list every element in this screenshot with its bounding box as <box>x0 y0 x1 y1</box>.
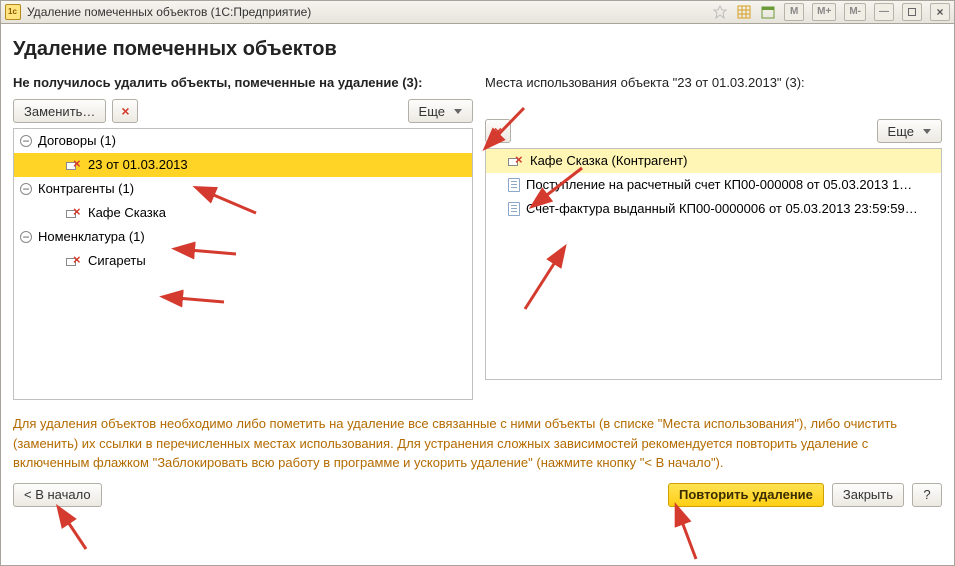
minimize-button[interactable]: — <box>874 3 894 21</box>
deleted-mark-icon <box>66 255 82 267</box>
document-icon <box>508 178 520 192</box>
tree-group-label: Номенклатура (1) <box>38 229 145 244</box>
usage-label: Поступление на расчетный счет КП00-00000… <box>526 177 912 192</box>
repeat-delete-label: Повторить удаление <box>679 487 813 502</box>
toolbar-star-icon[interactable] <box>712 4 728 20</box>
app-icon <box>5 4 21 20</box>
toolbar-memory-mplus-button[interactable]: M+ <box>812 3 836 21</box>
usage-row[interactable]: Кафе Сказка (Контрагент) <box>486 149 941 173</box>
objects-tree[interactable]: − Договоры (1) 23 от 01.03.2013 − Контра… <box>13 128 473 400</box>
repeat-delete-button[interactable]: Повторить удаление <box>668 483 824 507</box>
close-button[interactable]: Закрыть <box>832 483 904 507</box>
chevron-down-icon <box>923 129 931 134</box>
more-right-label: Еще <box>888 124 914 139</box>
right-toolbar: × Еще <box>485 118 942 144</box>
left-toolbar: Заменить… × Еще <box>13 98 473 124</box>
usages-list[interactable]: Кафе Сказка (Контрагент) Поступление на … <box>485 148 942 380</box>
back-button-label: < В начало <box>24 487 91 502</box>
deleted-mark-icon <box>66 159 82 171</box>
close-window-button[interactable]: × <box>930 3 950 21</box>
document-icon <box>508 202 520 216</box>
toolbar-table-icon[interactable] <box>736 4 752 20</box>
annotation-arrow <box>666 514 746 538</box>
tree-item-cafe-skazka[interactable]: Кафе Сказка <box>14 201 472 225</box>
deleted-mark-icon <box>508 155 524 167</box>
maximize-button[interactable] <box>902 3 922 21</box>
replace-button-label: Заменить… <box>24 104 95 119</box>
close-button-label: Закрыть <box>843 487 893 502</box>
collapse-icon[interactable]: − <box>20 135 32 147</box>
x-red-icon: × <box>494 124 502 138</box>
tree-group-nomenclature[interactable]: − Номенклатура (1) <box>14 225 472 249</box>
tree-item-label: Сигареты <box>88 253 146 268</box>
tree-group-contracts[interactable]: − Договоры (1) <box>14 129 472 153</box>
window-body: Удаление помеченных объектов Не получило… <box>0 24 955 566</box>
help-button[interactable]: ? <box>912 483 942 507</box>
page-title: Удаление помеченных объектов <box>13 38 942 61</box>
tree-item-label: 23 от 01.03.2013 <box>88 157 188 172</box>
footer-buttons: < В начало Повторить удаление Закрыть ? <box>13 483 942 507</box>
collapse-icon[interactable]: − <box>20 231 32 243</box>
right-header: Места использования объекта "23 от 01.03… <box>485 75 942 90</box>
tree-item-contract-23[interactable]: 23 от 01.03.2013 <box>14 153 472 177</box>
chevron-down-icon <box>454 109 462 114</box>
back-button[interactable]: < В начало <box>13 483 102 507</box>
usage-row[interactable]: Счет-фактура выданный КП00-0000006 от 05… <box>486 197 941 221</box>
x-red-icon: × <box>121 104 129 118</box>
left-column: Не получилось удалить объекты, помеченны… <box>13 75 473 400</box>
right-column: Места использования объекта "23 от 01.03… <box>485 75 942 400</box>
title-bar: Удаление помеченных объектов (1С:Предпри… <box>0 0 955 24</box>
toolbar-memory-mminus-button[interactable]: M- <box>844 3 866 21</box>
tree-group-counterparties[interactable]: − Контрагенты (1) <box>14 177 472 201</box>
tree-item-label: Кафе Сказка <box>88 205 166 220</box>
delete-usage-button[interactable]: × <box>485 119 511 143</box>
tree-group-label: Контрагенты (1) <box>38 181 134 196</box>
window-title: Удаление помеченных объектов (1С:Предпри… <box>27 5 311 19</box>
usage-label: Счет-фактура выданный КП00-0000006 от 05… <box>526 201 918 216</box>
tree-item-cigarettes[interactable]: Сигареты <box>14 249 472 273</box>
help-text: Для удаления объектов необходимо либо по… <box>13 414 942 473</box>
replace-button[interactable]: Заменить… <box>13 99 106 123</box>
more-left-label: Еще <box>419 104 445 119</box>
toolbar-memory-m-button[interactable]: M <box>784 3 804 21</box>
toolbar-calendar-icon[interactable] <box>760 4 776 20</box>
usage-row[interactable]: Поступление на расчетный счет КП00-00000… <box>486 173 941 197</box>
help-button-label: ? <box>923 487 930 502</box>
tree-group-label: Договоры (1) <box>38 133 116 148</box>
delete-mark-button[interactable]: × <box>112 99 138 123</box>
annotation-arrow <box>56 514 136 538</box>
more-right-button[interactable]: Еще <box>877 119 942 143</box>
left-header: Не получилось удалить объекты, помеченны… <box>13 75 473 90</box>
deleted-mark-icon <box>66 207 82 219</box>
collapse-icon[interactable]: − <box>20 183 32 195</box>
usage-label: Кафе Сказка (Контрагент) <box>530 153 687 168</box>
more-left-button[interactable]: Еще <box>408 99 473 123</box>
